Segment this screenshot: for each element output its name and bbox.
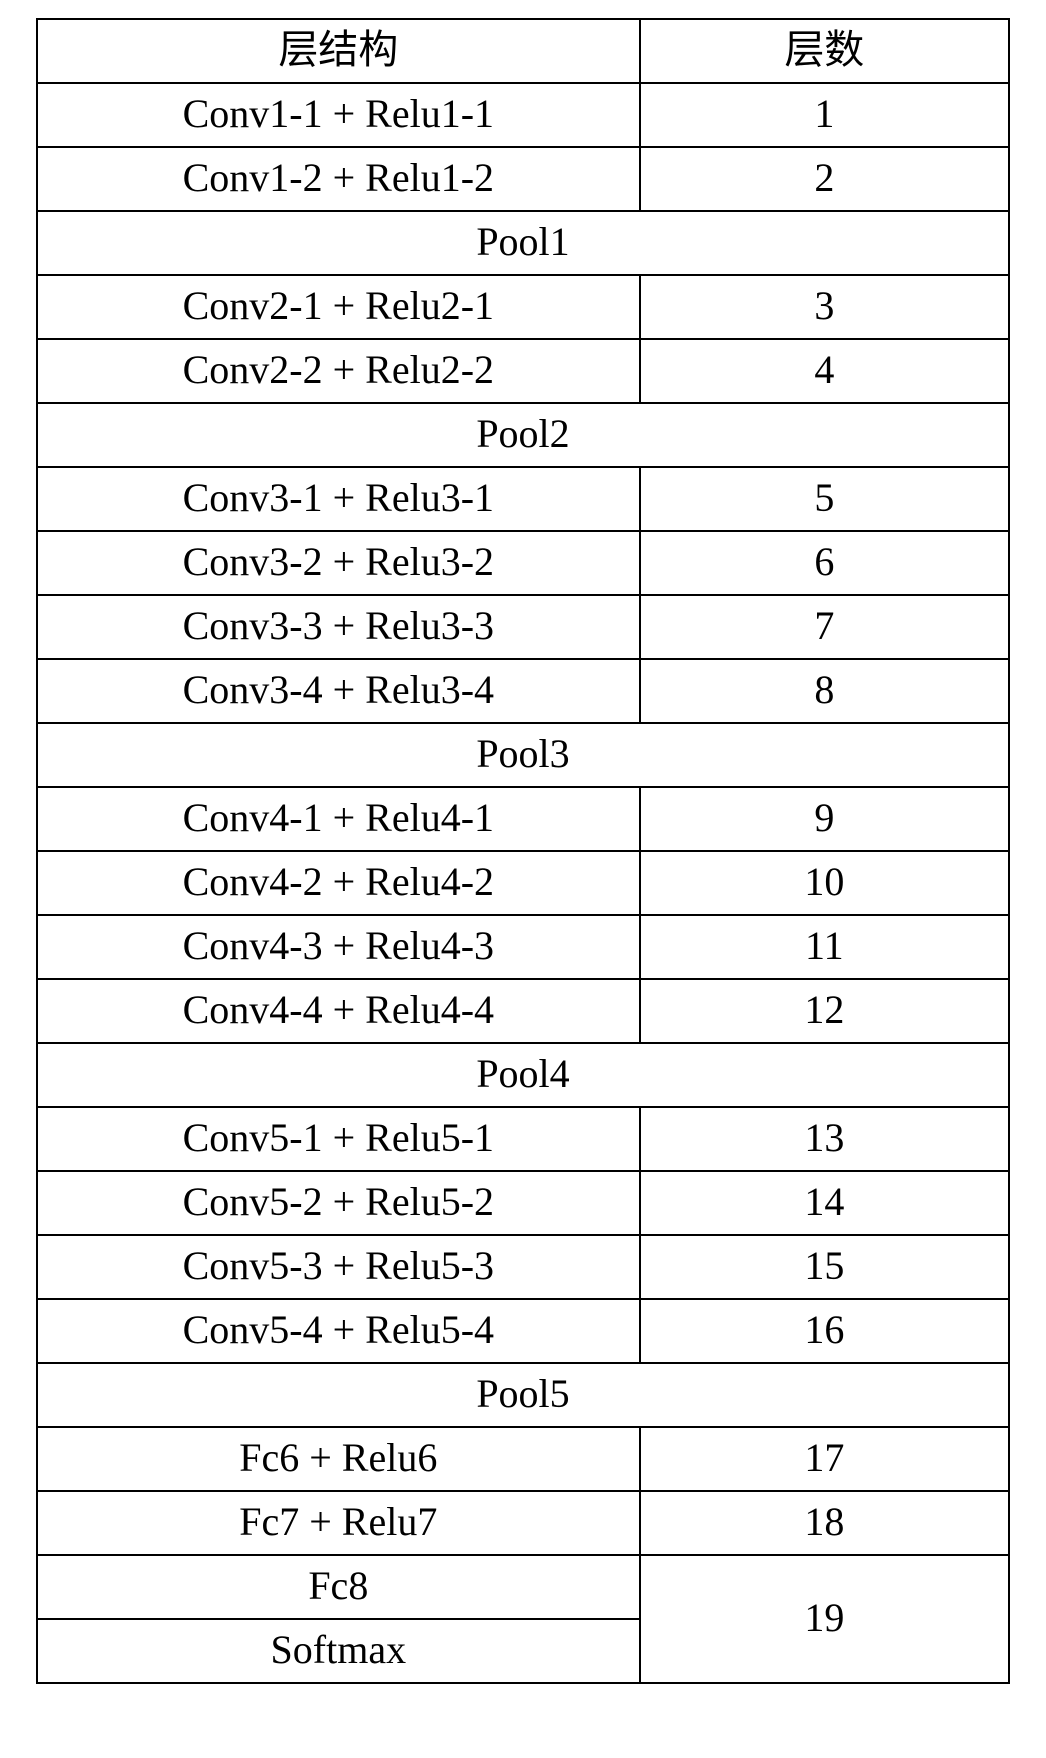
layer-structure: Conv4-2 + Relu4-2	[37, 851, 640, 915]
layer-structure: Conv2-2 + Relu2-2	[37, 339, 640, 403]
table-header-structure: 层结构	[37, 19, 640, 83]
layer-structure: Conv5-3 + Relu5-3	[37, 1235, 640, 1299]
layer-number: 6	[640, 531, 1009, 595]
layer-structure: Conv5-4 + Relu5-4	[37, 1299, 640, 1363]
layers-table: 层结构层数Conv1-1 + Relu1-11Conv1-2 + Relu1-2…	[36, 18, 1010, 1684]
layer-number: 3	[640, 275, 1009, 339]
layer-structure: Conv3-4 + Relu3-4	[37, 659, 640, 723]
layer-number: 10	[640, 851, 1009, 915]
table-row: Conv2-1 + Relu2-13	[37, 275, 1009, 339]
layer-structure: Conv3-1 + Relu3-1	[37, 467, 640, 531]
table-row: Conv4-1 + Relu4-19	[37, 787, 1009, 851]
layer-number: 14	[640, 1171, 1009, 1235]
layer-number: 16	[640, 1299, 1009, 1363]
table-row: Conv3-1 + Relu3-15	[37, 467, 1009, 531]
layer-number: 15	[640, 1235, 1009, 1299]
layer-structure: Fc6 + Relu6	[37, 1427, 640, 1491]
table-row: Conv4-3 + Relu4-311	[37, 915, 1009, 979]
layer-number: 9	[640, 787, 1009, 851]
table-row: Conv3-2 + Relu3-26	[37, 531, 1009, 595]
table-row: Conv3-4 + Relu3-48	[37, 659, 1009, 723]
table-row: Pool2	[37, 403, 1009, 467]
table-row: 层结构层数	[37, 19, 1009, 83]
layer-number: 2	[640, 147, 1009, 211]
table-row: Pool4	[37, 1043, 1009, 1107]
layer-structure: Fc8	[37, 1555, 640, 1619]
layer-number: 13	[640, 1107, 1009, 1171]
table-row: Conv2-2 + Relu2-24	[37, 339, 1009, 403]
layer-structure: Conv5-1 + Relu5-1	[37, 1107, 640, 1171]
table-row: Conv5-2 + Relu5-214	[37, 1171, 1009, 1235]
pool-label: Pool5	[37, 1363, 1009, 1427]
layer-number: 18	[640, 1491, 1009, 1555]
layer-number: 7	[640, 595, 1009, 659]
pool-label: Pool1	[37, 211, 1009, 275]
layer-number: 4	[640, 339, 1009, 403]
table-row: Conv4-4 + Relu4-412	[37, 979, 1009, 1043]
table-row: Pool5	[37, 1363, 1009, 1427]
layer-structure: Conv1-2 + Relu1-2	[37, 147, 640, 211]
layer-structure: Softmax	[37, 1619, 640, 1683]
layer-number: 11	[640, 915, 1009, 979]
pool-label: Pool3	[37, 723, 1009, 787]
layer-structure: Conv1-1 + Relu1-1	[37, 83, 640, 147]
table-row: Conv3-3 + Relu3-37	[37, 595, 1009, 659]
table-row: Conv5-1 + Relu5-113	[37, 1107, 1009, 1171]
layer-structure: Conv5-2 + Relu5-2	[37, 1171, 640, 1235]
table-row: Pool1	[37, 211, 1009, 275]
layer-structure: Conv2-1 + Relu2-1	[37, 275, 640, 339]
layer-structure: Conv4-1 + Relu4-1	[37, 787, 640, 851]
layer-number: 1	[640, 83, 1009, 147]
layer-number: 17	[640, 1427, 1009, 1491]
layer-structure: Conv4-4 + Relu4-4	[37, 979, 640, 1043]
layer-structure: Conv4-3 + Relu4-3	[37, 915, 640, 979]
table-row: Fc6 + Relu617	[37, 1427, 1009, 1491]
pool-label: Pool4	[37, 1043, 1009, 1107]
layer-number: 19	[640, 1555, 1009, 1683]
pool-label: Pool2	[37, 403, 1009, 467]
layer-structure: Conv3-2 + Relu3-2	[37, 531, 640, 595]
table-row: Fc819	[37, 1555, 1009, 1619]
table-row: Pool3	[37, 723, 1009, 787]
table-row: Conv4-2 + Relu4-210	[37, 851, 1009, 915]
table-header-number: 层数	[640, 19, 1009, 83]
layer-structure: Fc7 + Relu7	[37, 1491, 640, 1555]
table-row: Conv5-4 + Relu5-416	[37, 1299, 1009, 1363]
table-row: Conv1-1 + Relu1-11	[37, 83, 1009, 147]
layer-number: 8	[640, 659, 1009, 723]
layer-number: 12	[640, 979, 1009, 1043]
layers-table-body: 层结构层数Conv1-1 + Relu1-11Conv1-2 + Relu1-2…	[37, 19, 1009, 1683]
table-row: Fc7 + Relu718	[37, 1491, 1009, 1555]
layer-number: 5	[640, 467, 1009, 531]
table-row: Conv5-3 + Relu5-315	[37, 1235, 1009, 1299]
table-row: Conv1-2 + Relu1-22	[37, 147, 1009, 211]
layer-structure: Conv3-3 + Relu3-3	[37, 595, 640, 659]
